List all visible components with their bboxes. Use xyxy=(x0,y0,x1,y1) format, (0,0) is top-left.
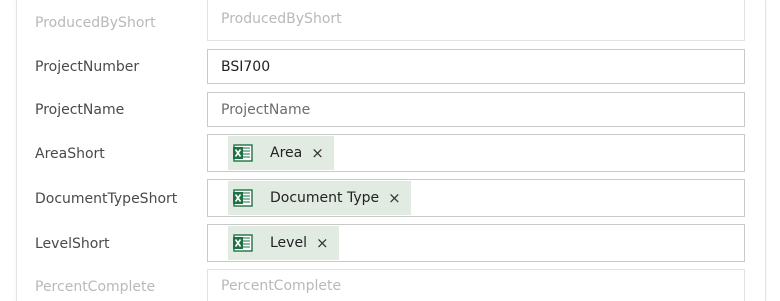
levelshort-picker[interactable]: Level × xyxy=(207,224,745,262)
field-label-producedbyshort: ProducedByShort xyxy=(35,15,156,31)
excel-icon xyxy=(228,181,258,215)
form-panel: ProducedByShort ProducedByShort ProjectN… xyxy=(16,0,766,301)
projectnumber-value: BSI700 xyxy=(221,58,271,75)
area-tag-close-icon[interactable]: × xyxy=(311,145,324,161)
projectname-input[interactable]: ProjectName xyxy=(207,92,745,127)
field-label-areashort: AreaShort xyxy=(35,146,105,162)
document-type-tag-label: Document Type xyxy=(270,190,380,206)
level-tag: Level × xyxy=(228,226,339,260)
field-row-projectnumber: ProjectNumber BSI700 xyxy=(17,49,765,84)
projectname-placeholder: ProjectName xyxy=(221,101,311,118)
field-row-documenttypeshort: DocumentTypeShort Document Type × xyxy=(17,179,765,217)
areashort-picker[interactable]: Area × xyxy=(207,134,745,172)
field-label-projectnumber: ProjectNumber xyxy=(35,59,140,75)
field-label-projectname: ProjectName xyxy=(35,102,125,118)
field-row-areashort: AreaShort Area × xyxy=(17,134,765,172)
field-label-documenttypeshort: DocumentTypeShort xyxy=(35,191,178,207)
excel-icon xyxy=(228,136,258,170)
percentcomplete-input[interactable]: PercentComplete xyxy=(207,269,745,301)
field-row-percentcomplete: PercentComplete PercentComplete xyxy=(17,269,765,301)
field-label-percentcomplete: PercentComplete xyxy=(35,279,156,295)
producedbyshort-placeholder: ProducedByShort xyxy=(221,11,342,27)
documenttypeshort-picker[interactable]: Document Type × xyxy=(207,179,745,217)
field-row-producedbyshort: ProducedByShort ProducedByShort xyxy=(17,0,765,41)
level-tag-label: Level xyxy=(270,235,307,251)
percentcomplete-placeholder: PercentComplete xyxy=(221,278,342,294)
producedbyshort-input[interactable]: ProducedByShort xyxy=(207,0,745,41)
level-tag-close-icon[interactable]: × xyxy=(316,235,329,251)
field-label-levelshort: LevelShort xyxy=(35,236,110,252)
document-type-tag-close-icon[interactable]: × xyxy=(388,190,401,206)
excel-icon xyxy=(228,226,258,260)
field-row-projectname: ProjectName ProjectName xyxy=(17,92,765,127)
projectnumber-input[interactable]: BSI700 xyxy=(207,49,745,84)
area-tag: Area × xyxy=(228,136,334,170)
area-tag-label: Area xyxy=(270,145,303,161)
document-type-tag: Document Type × xyxy=(228,181,411,215)
field-row-levelshort: LevelShort Level × xyxy=(17,224,765,262)
